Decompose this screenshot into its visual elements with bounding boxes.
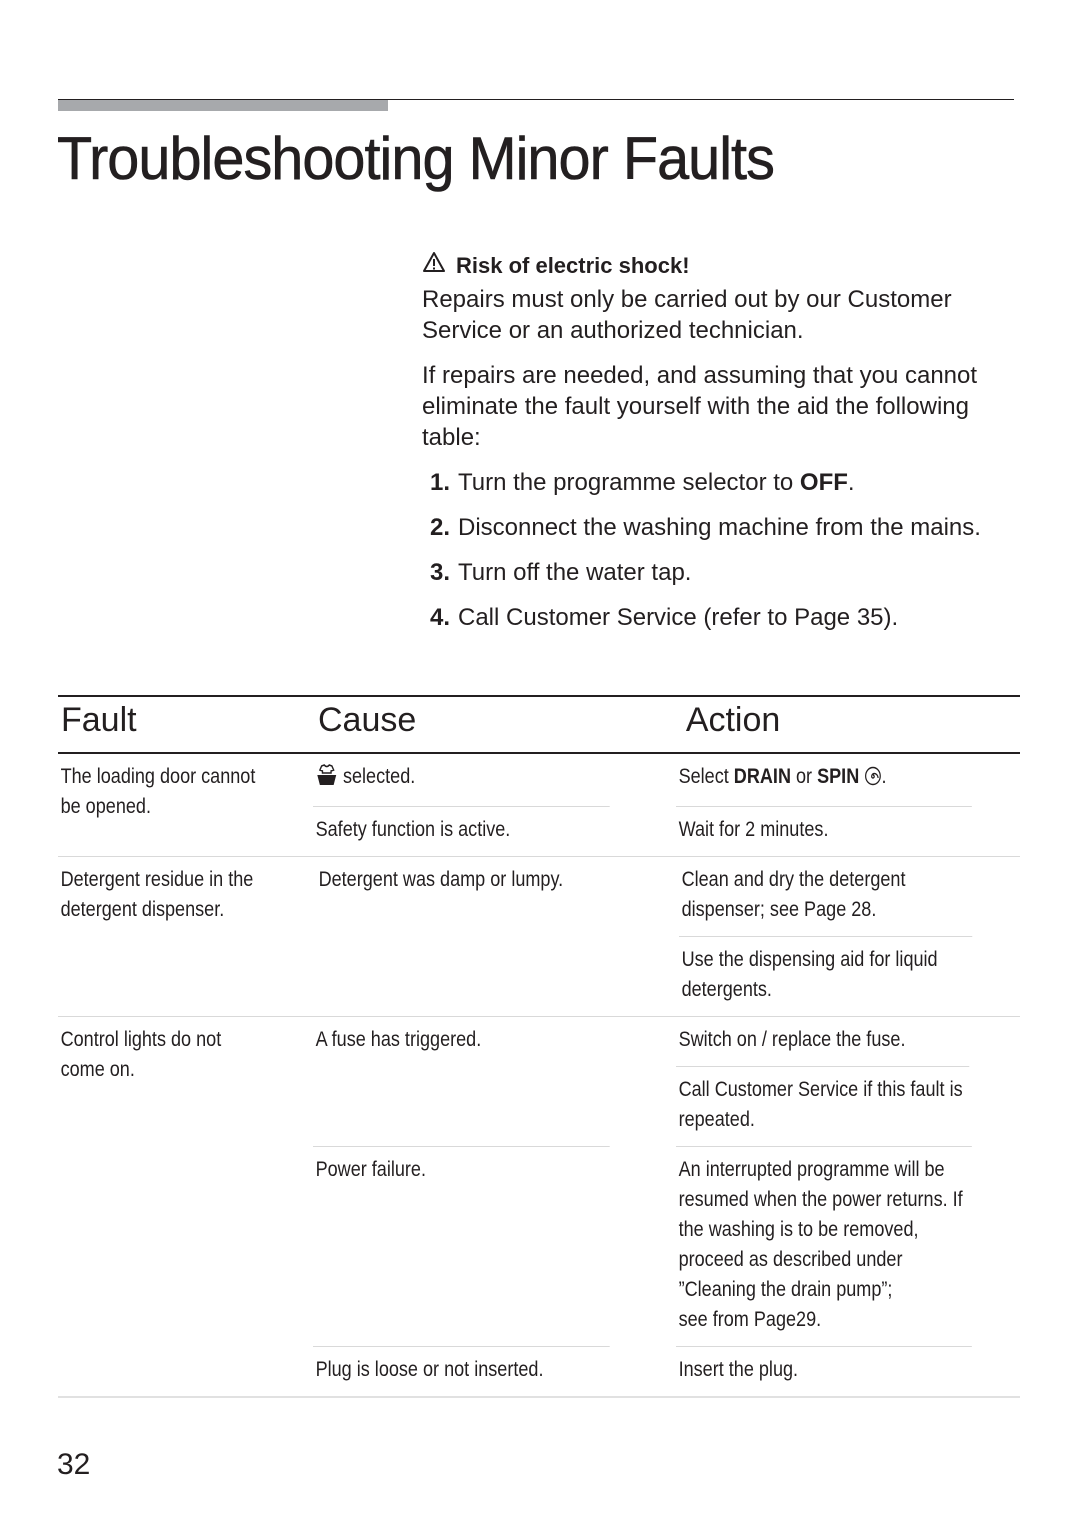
step-number: 4. — [430, 604, 451, 631]
action-cell: Select DRAIN or SPIN . — [676, 754, 972, 806]
step-number: 3. — [430, 559, 451, 586]
warning-heading: Risk of electric shock! — [422, 250, 1022, 281]
table-header: Fault Cause Action — [58, 697, 1020, 752]
action-item: Call Customer Service if this fault is re… — [676, 1066, 970, 1146]
cause-action-pair: Safety function is active. Wait for 2 mi… — [298, 806, 1020, 856]
action-cell: Insert the plug. — [676, 1346, 972, 1396]
fault-cell: Control lights do not come on. — [60, 1028, 222, 1081]
spin-label: SPIN — [817, 765, 860, 788]
action-cell: An interrupted programme will be resumed… — [676, 1146, 972, 1346]
table-row: Control lights do not come on. A fuse has… — [58, 1017, 1020, 1398]
cause-cell: Plug is loose or not inserted. — [313, 1346, 610, 1396]
drain-label: DRAIN — [733, 765, 791, 788]
step-text: Disconnect the washing machine from the … — [458, 514, 981, 541]
cause-cell: Detergent was damp or lumpy. — [318, 868, 564, 891]
warning-text: Repairs must only be carried out by our … — [422, 286, 952, 344]
wash-tub-icon — [316, 764, 338, 795]
cause-cell: Safety function is active. — [313, 806, 610, 856]
page-title: Troubleshooting Minor Faults — [57, 125, 775, 193]
off-label: OFF — [799, 469, 848, 496]
steps-list: 1. Turn the programme selector to OFF. 2… — [422, 467, 1022, 633]
table-row: Detergent residue in the detergent dispen… — [58, 857, 1020, 1017]
step-text: Call Customer Service (refer to Page 35)… — [458, 604, 899, 631]
warning-triangle-icon — [422, 250, 446, 281]
table-row: The loading door cannot be opened. select… — [58, 754, 1020, 857]
cause-action-pair: selected. Select DRAIN or SPIN . — [298, 754, 1020, 806]
cause-action-pair: Detergent was damp or lumpy. Clean and d… — [301, 857, 1020, 1016]
cause-action-pairs: A fuse has triggered. Switch on / replac… — [298, 1017, 1020, 1396]
header-fault: Fault — [61, 701, 137, 739]
cause-cell: selected. — [313, 754, 610, 806]
header-cause: Cause — [317, 701, 417, 739]
action-item: Clean and dry the detergent dispenser; se… — [681, 868, 906, 921]
cause-action-pair: Power failure. An interrupted programme … — [298, 1146, 1020, 1346]
cause-action-pairs: selected. Select DRAIN or SPIN . Safety … — [298, 754, 1020, 856]
header-action: Action — [685, 701, 781, 739]
step-text: Turn the programme selector to OFF. — [458, 469, 855, 496]
action-item: Switch on / replace the fuse. — [678, 1028, 906, 1051]
page-number: 32 — [57, 1448, 91, 1481]
header-accent-bar — [58, 100, 388, 111]
fault-cell: The loading door cannot be opened. — [60, 765, 256, 818]
action-cell: Switch on / replace the fuse. Call Custo… — [676, 1017, 970, 1146]
step-item: 4. Call Customer Service (refer to Page … — [430, 602, 1022, 633]
step-number: 1. — [430, 469, 451, 496]
step-text: Turn off the water tap. — [458, 559, 692, 586]
cause-cell: A fuse has triggered. — [315, 1028, 482, 1051]
action-cell: Clean and dry the detergent dispenser; se… — [679, 857, 973, 1016]
step-number: 2. — [430, 514, 451, 541]
action-cell: Wait for 2 minutes. — [676, 806, 972, 856]
step-item: 1. Turn the programme selector to OFF. — [430, 467, 1022, 498]
step-item: 3. Turn off the water tap. — [430, 557, 1022, 588]
cause-action-pair: Plug is loose or not inserted. Insert th… — [298, 1346, 1020, 1396]
fault-cell: Detergent residue in the detergent dispen… — [60, 868, 254, 921]
action-item: Use the dispensing aid for liquid deterge… — [679, 936, 973, 1016]
cause-action-pair: A fuse has triggered. Switch on / replac… — [298, 1017, 1020, 1146]
warning-heading-text: Risk of electric shock! — [456, 253, 690, 278]
step-item: 2. Disconnect the washing machine from t… — [430, 512, 1022, 543]
cause-cell: Power failure. — [313, 1146, 610, 1346]
cause-action-pairs: Detergent was damp or lumpy. Clean and d… — [301, 857, 1020, 1016]
spin-icon — [864, 765, 881, 795]
intro-section: Risk of electric shock! Repairs must onl… — [422, 250, 1022, 647]
intro-text: If repairs are needed, and assuming that… — [422, 362, 978, 451]
troubleshooting-table: Fault Cause Action The loading door cann… — [58, 695, 1020, 1398]
